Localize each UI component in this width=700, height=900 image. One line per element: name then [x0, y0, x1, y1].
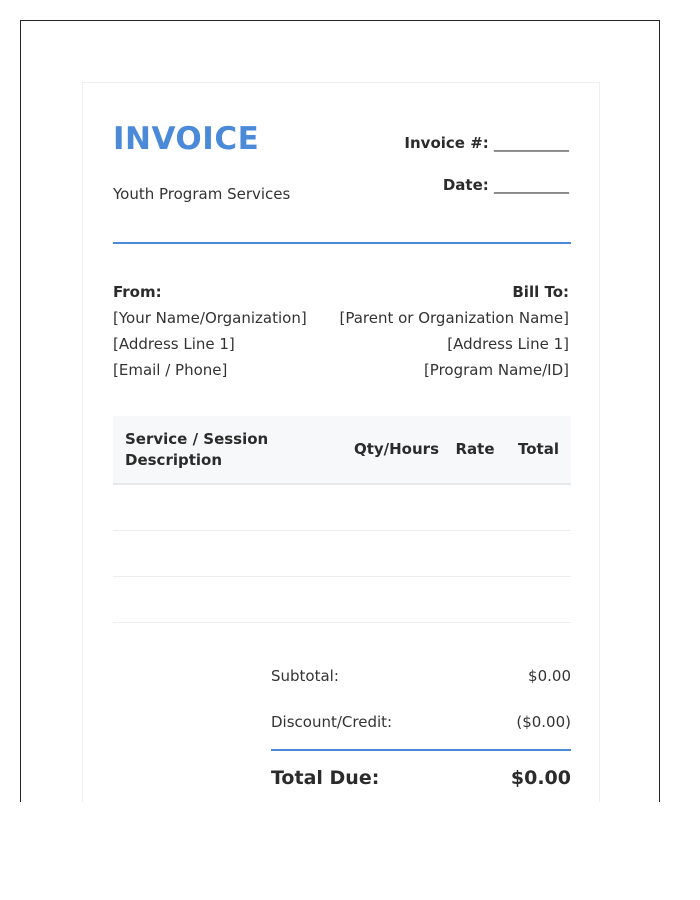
document-page: INVOICE Youth Program Services Invoice #… [20, 20, 660, 802]
column-header-total: Total [503, 416, 571, 485]
total-due-label: Total Due: [271, 767, 380, 789]
table-cell[interactable] [447, 576, 503, 623]
totals-block: Subtotal: $0.00 Discount/Credit: ($0.00)… [271, 653, 571, 802]
invoice-date-blank[interactable]: __________ [494, 176, 569, 194]
column-header-qty: Qty/Hours [337, 416, 447, 485]
from-block: From: [Your Name/Organization] [Address … [113, 279, 307, 383]
table-cell[interactable] [113, 484, 337, 531]
header-divider [113, 242, 571, 244]
discount-value: ($0.00) [516, 713, 571, 731]
invoice-date-field[interactable]: Date: __________ [443, 176, 569, 194]
table-cell[interactable] [337, 530, 447, 577]
subtotal-row: Subtotal: $0.00 [271, 653, 571, 699]
bill-to-name: [Parent or Organization Name] [339, 309, 569, 327]
discount-label: Discount/Credit: [271, 713, 393, 731]
table-cell[interactable] [337, 484, 447, 531]
column-header-rate: Rate [447, 416, 503, 485]
table-cell[interactable] [503, 484, 571, 531]
invoice-date-label: Date: [442, 176, 489, 194]
subtotal-label: Subtotal: [271, 667, 339, 685]
from-contact: [Email / Phone] [113, 361, 228, 379]
column-header-description: Service / Session Description [113, 416, 337, 485]
line-items-table: Service / Session Description Qty/Hours … [113, 416, 571, 623]
table-cell[interactable] [503, 530, 571, 577]
table-cell[interactable] [337, 576, 447, 623]
bill-to-address: [Address Line 1] [447, 335, 569, 353]
table-row [113, 484, 571, 531]
from-label: From: [113, 283, 162, 301]
subtotal-value: $0.00 [528, 667, 571, 685]
total-due-value: $0.00 [510, 767, 571, 789]
discount-row: Discount/Credit: ($0.00) [271, 699, 571, 745]
invoice-card: INVOICE Youth Program Services Invoice #… [82, 82, 600, 802]
invoice-title: INVOICE [113, 121, 260, 157]
table-cell[interactable] [113, 576, 337, 623]
table-cell[interactable] [113, 530, 337, 577]
invoice-number-field[interactable]: Invoice #: __________ [404, 134, 569, 152]
table-row [113, 530, 571, 577]
from-address: [Address Line 1] [113, 335, 235, 353]
bill-to-label: Bill To: [512, 283, 569, 301]
table-row [113, 576, 571, 623]
table-cell[interactable] [447, 484, 503, 531]
invoice-number-label: Invoice #: [404, 134, 489, 152]
table-cell[interactable] [503, 576, 571, 623]
invoice-subtitle: Youth Program Services [113, 185, 291, 203]
invoice-number-blank[interactable]: __________ [494, 134, 569, 152]
from-name: [Your Name/Organization] [113, 309, 307, 327]
table-header-row: Service / Session Description Qty/Hours … [113, 416, 571, 485]
bill-to-program: [Program Name/ID] [423, 361, 569, 379]
table-cell[interactable] [447, 530, 503, 577]
total-due-row: Total Due: $0.00 [271, 751, 571, 802]
bill-to-block: Bill To: [Parent or Organization Name] [… [339, 279, 569, 383]
